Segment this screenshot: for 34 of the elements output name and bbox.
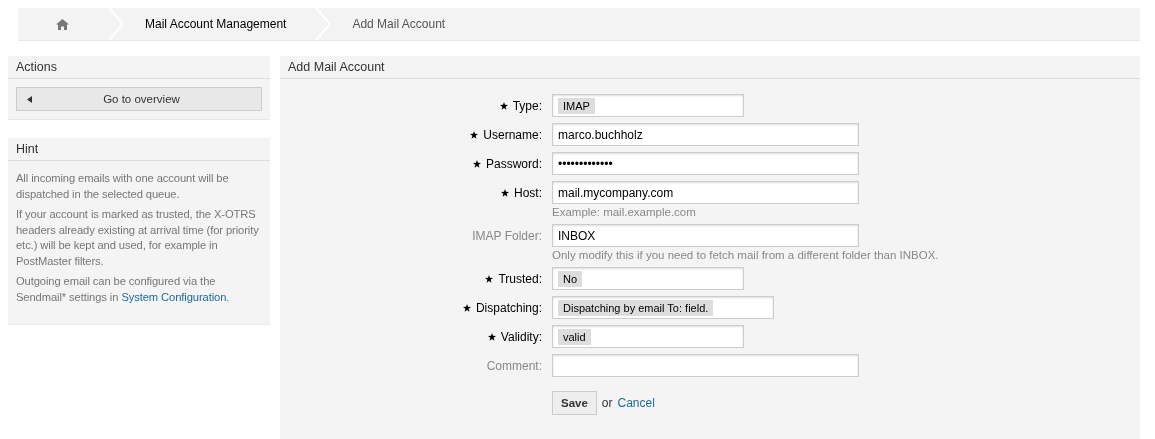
field-label: Host: [514, 185, 542, 200]
field-label: Trusted: [498, 271, 542, 286]
select-field[interactable]: No [552, 267, 744, 290]
hint-paragraph: Outgoing email can be configured via the Sendmail* settings in System Configuration. [16, 274, 231, 305]
input-field[interactable]: ••••••••••••• [552, 152, 859, 175]
home-icon [56, 18, 69, 30]
input-field[interactable] [552, 354, 859, 377]
breadcrumb-link[interactable]: Mail Account Management [123, 8, 317, 40]
breadcrumb-current: Add Mail Account [351, 16, 447, 33]
field-hint: Example: mail.example.com [552, 206, 697, 218]
field-label: Validity: [500, 329, 542, 344]
or-text: or [601, 396, 613, 410]
field-label: Comment: [486, 358, 542, 373]
input-field[interactable]: mail.mycompany.com [552, 181, 859, 204]
field-label: Password: [485, 156, 542, 171]
field-label: Username: [483, 127, 542, 142]
input-field[interactable]: marco.buchholz [552, 123, 859, 146]
field-label: IMAP Folder: [472, 228, 542, 243]
cancel-link[interactable]: Cancel [617, 396, 655, 410]
select-field[interactable]: valid [552, 325, 744, 348]
hint-paragraph: All incoming emails with one account will be dispatched in the selected queue. [16, 171, 230, 202]
field-label: Dispatching: [475, 300, 542, 315]
panel-title: Add Mail Account [280, 56, 1140, 79]
select-field[interactable]: Dispatching by email To: field. [552, 296, 775, 319]
overview-button[interactable]: Go to overview [16, 87, 262, 111]
panel-title: Actions [8, 56, 270, 79]
select-field[interactable]: IMAP [552, 94, 744, 117]
field-hint: Only modify this if you need to fetch mail from a different folder than INBOX. [552, 249, 940, 261]
input-field[interactable]: INBOX [552, 224, 859, 247]
panel-title: Hint [8, 138, 270, 161]
hint-paragraph: If your account is marked as trusted, the X-OTRS headers already existing at arrival time (for priority etc.) will be kept and used, for example in PostMaster filters. [16, 207, 260, 269]
field-label: Type: [512, 98, 542, 113]
save-button[interactable]: Save [552, 391, 597, 415]
caret-icon [27, 95, 32, 103]
